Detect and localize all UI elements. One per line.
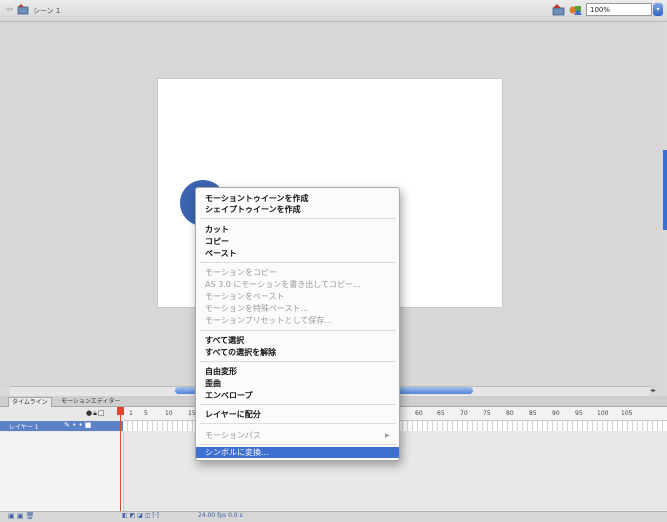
menu-item-motion-path: モーションパス (205, 431, 261, 440)
outline-icon[interactable]: □ (98, 409, 106, 417)
menu-separator (200, 361, 396, 362)
status-readout: 24.00 fps 0.0 s (198, 512, 243, 519)
ruler-tick: 1 (129, 410, 133, 417)
layer-list-area (0, 432, 124, 512)
scroll-arrows-icon[interactable]: ◂▸ (650, 387, 656, 394)
back-arrow-icon[interactable]: ⇦ (6, 5, 14, 15)
submenu-arrow-icon: ▶ (385, 432, 390, 439)
ruler-tick: 85 (529, 410, 537, 417)
onion-skin-icon[interactable]: ◧ ◩ ◪ ◫ [·] (122, 512, 159, 519)
ruler-tick: 100 (597, 410, 609, 417)
ruler-tick: 105 (621, 410, 633, 417)
menu-item-distort[interactable]: 歪曲 (196, 378, 399, 389)
edit-bar (0, 0, 667, 22)
menu-item-cut[interactable]: カット (196, 224, 399, 235)
menu-item-select-all[interactable]: すべて選択 (196, 335, 399, 346)
menu-item-free-transform[interactable]: 自由変形 (196, 366, 399, 377)
scene-label[interactable]: シーン 1 (33, 6, 60, 16)
layer-name[interactable]: レイヤー 1 (9, 422, 39, 431)
menu-separator (200, 423, 396, 424)
context-menu: モーショントゥイーンを作成 シェイプトゥイーンを作成 カット コピー ペースト … (195, 187, 400, 461)
timeline-status-bar (0, 511, 667, 522)
menu-item-convert-to-symbol[interactable]: シンボルに変換... (196, 447, 399, 458)
menu-item-save-motion-preset: モーションプリセットとして保存... (205, 316, 332, 325)
menu-separator (200, 330, 396, 331)
menu-item-copy-motion-as3: AS 3.0 にモーションを書き出してコピー... (205, 280, 361, 289)
ruler-tick: 65 (437, 410, 445, 417)
tab-motion-editor[interactable]: モーションエディター (58, 397, 124, 406)
ruler-tick: 5 (144, 410, 148, 417)
ruler-tick: 70 (460, 410, 468, 417)
ruler-tick: 80 (506, 410, 514, 417)
edit-scene-icon[interactable] (552, 4, 565, 16)
ruler-tick: 60 (415, 410, 423, 417)
ruler-tick: 75 (483, 410, 491, 417)
playhead-line (120, 407, 121, 515)
new-layer-icon[interactable]: ▣ ▣ 🗑︎ (8, 512, 35, 520)
zoom-dropdown-icon[interactable]: ▾ (653, 3, 663, 16)
menu-separator (200, 262, 396, 263)
menu-item-deselect-all[interactable]: すべての選択を解除 (196, 347, 399, 358)
menu-item-paste-motion: モーションをペースト (205, 292, 285, 301)
fps-readout: 24.00 fps (198, 512, 227, 519)
menu-item-create-shape-tween[interactable]: シェイプトゥイーンを作成 (196, 204, 399, 215)
menu-separator (200, 404, 396, 405)
time-readout: 0.0 s (228, 512, 243, 519)
panel-edge-tab[interactable] (663, 150, 667, 230)
menu-item-paste-motion-special: モーションを特殊ペースト... (205, 304, 309, 313)
layer-header-icons[interactable]: ●🔒︎□ (86, 409, 105, 418)
menu-item-distribute-to-layers[interactable]: レイヤーに配分 (196, 409, 399, 420)
scene-icon (17, 4, 29, 15)
menu-item-envelope[interactable]: エンベロープ (196, 390, 399, 401)
ruler-tick: 90 (552, 410, 560, 417)
menu-separator (200, 444, 396, 445)
tab-timeline[interactable]: タイムライン (8, 397, 52, 407)
menu-item-paste[interactable]: ペースト (196, 248, 399, 259)
zoom-field[interactable]: 100% (586, 3, 652, 16)
menu-item-copy-motion: モーションをコピー (205, 268, 277, 277)
menu-separator (200, 218, 396, 219)
layer-pencil-icon[interactable]: ✎ • • ■ (64, 421, 91, 429)
ruler-tick: 95 (575, 410, 583, 417)
menu-item-copy[interactable]: コピー (196, 236, 399, 247)
edit-symbol-icon[interactable] (569, 4, 582, 16)
menu-item-create-motion-tween[interactable]: モーショントゥイーンを作成 (196, 193, 399, 204)
ruler-tick: 10 (165, 410, 173, 417)
